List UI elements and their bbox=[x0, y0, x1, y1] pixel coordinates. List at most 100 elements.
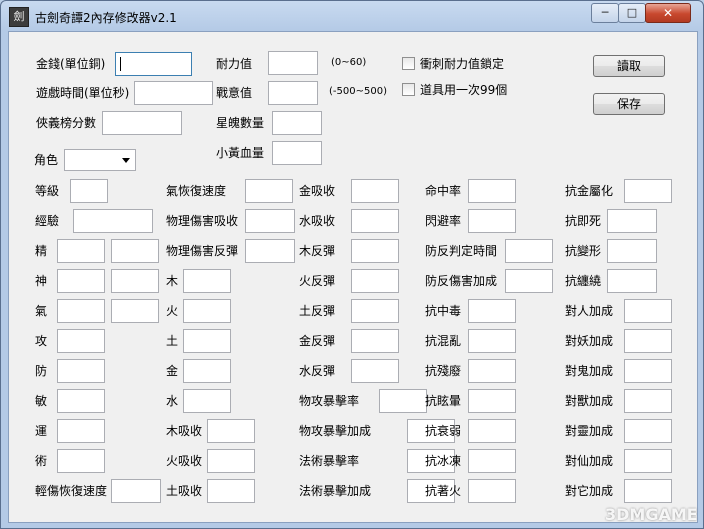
durability-label: 耐力值 bbox=[216, 57, 253, 71]
col2-row6-input[interactable] bbox=[183, 359, 231, 383]
minimize-button[interactable]: ─ bbox=[591, 3, 619, 23]
col5-row10-input[interactable] bbox=[624, 479, 672, 503]
col4-row10-input[interactable] bbox=[468, 479, 516, 503]
col5-row8-input[interactable] bbox=[624, 419, 672, 443]
col3-row5-input[interactable] bbox=[351, 329, 399, 353]
col4-row1-input[interactable] bbox=[468, 209, 516, 233]
col5-row5-label: 對妖加成 bbox=[565, 334, 614, 348]
col1-row9-label: 術 bbox=[35, 454, 48, 468]
col1-row4-input-2[interactable] bbox=[111, 299, 159, 323]
col4-row9-input[interactable] bbox=[468, 449, 516, 473]
watermark-logo: 3DMGAME bbox=[605, 505, 698, 524]
col1-row0-input[interactable] bbox=[70, 179, 108, 203]
col5-row9-input[interactable] bbox=[624, 449, 672, 473]
col3-row7-input[interactable] bbox=[379, 389, 427, 413]
col2-row2-input[interactable] bbox=[245, 239, 295, 263]
col2-row0-input[interactable] bbox=[245, 179, 293, 203]
col5-row9-label: 對仙加成 bbox=[565, 454, 614, 468]
col2-row0-label: 氣恢復速度 bbox=[166, 184, 227, 198]
col3-row1-input[interactable] bbox=[351, 209, 399, 233]
col2-row9-input[interactable] bbox=[207, 449, 255, 473]
col4-row9-label: 抗冰凍 bbox=[425, 454, 462, 468]
col4-row4-input[interactable] bbox=[468, 299, 516, 323]
col5-row3-input[interactable] bbox=[607, 269, 657, 293]
col4-row5-input[interactable] bbox=[468, 329, 516, 353]
col4-row0-input[interactable] bbox=[468, 179, 516, 203]
maximize-button[interactable]: □ bbox=[618, 3, 646, 23]
close-icon: ✕ bbox=[662, 6, 674, 20]
window-title: 古劍奇譚2內存修改器v2.1 bbox=[35, 11, 177, 25]
col5-row1-input[interactable] bbox=[607, 209, 657, 233]
items-99-checkbox[interactable] bbox=[402, 83, 415, 96]
col1-row10-input[interactable] bbox=[111, 479, 161, 503]
app-icon: 劍 bbox=[9, 7, 29, 27]
col4-row3-input[interactable] bbox=[505, 269, 553, 293]
col2-row1-input[interactable] bbox=[245, 209, 295, 233]
col3-row0-input[interactable] bbox=[351, 179, 399, 203]
role-select[interactable] bbox=[64, 149, 136, 171]
fighting-input[interactable] bbox=[268, 81, 318, 105]
col4-row3-label: 防反傷害加成 bbox=[425, 274, 498, 288]
chivalry-label: 俠義榜分數 bbox=[36, 116, 97, 130]
playtime-input[interactable] bbox=[134, 81, 213, 105]
col2-row5-input[interactable] bbox=[183, 329, 231, 353]
money-label: 金錢(單位銅) bbox=[36, 57, 106, 71]
col4-row8-input[interactable] bbox=[468, 419, 516, 443]
col1-row9-input[interactable] bbox=[57, 449, 105, 473]
col2-row4-input[interactable] bbox=[183, 299, 231, 323]
col4-row1-label: 閃避率 bbox=[425, 214, 462, 228]
col5-row7-input[interactable] bbox=[624, 389, 672, 413]
col3-row4-label: 土反彈 bbox=[299, 304, 336, 318]
chivalry-input[interactable] bbox=[102, 111, 182, 135]
col3-row2-input[interactable] bbox=[351, 239, 399, 263]
col3-row3-input[interactable] bbox=[351, 269, 399, 293]
col1-row1-label: 經驗 bbox=[35, 214, 60, 228]
col5-row5-input[interactable] bbox=[624, 329, 672, 353]
chevron-down-icon bbox=[122, 158, 130, 163]
col2-row10-input[interactable] bbox=[207, 479, 255, 503]
col4-row6-input[interactable] bbox=[468, 359, 516, 383]
close-button[interactable]: ✕ bbox=[645, 3, 691, 23]
col2-row8-input[interactable] bbox=[207, 419, 255, 443]
col4-row7-input[interactable] bbox=[468, 389, 516, 413]
col4-row2-input[interactable] bbox=[505, 239, 553, 263]
read-button[interactable]: 讀取 bbox=[593, 55, 665, 77]
col2-row7-input[interactable] bbox=[183, 389, 231, 413]
sprint-lock-checkbox[interactable] bbox=[402, 57, 415, 70]
col1-row1-input[interactable] bbox=[73, 209, 153, 233]
col1-row5-input[interactable] bbox=[57, 329, 105, 353]
col2-row5-label: 土 bbox=[166, 334, 179, 348]
col1-row3-input-2[interactable] bbox=[111, 269, 159, 293]
col3-row6-input[interactable] bbox=[351, 359, 399, 383]
col2-row1-label: 物理傷害吸收 bbox=[166, 214, 239, 228]
col1-row8-input[interactable] bbox=[57, 419, 105, 443]
col1-row6-input[interactable] bbox=[57, 359, 105, 383]
money-input[interactable] bbox=[115, 52, 192, 76]
col5-row6-input[interactable] bbox=[624, 359, 672, 383]
col1-row4-input[interactable] bbox=[57, 299, 105, 323]
col1-row7-input[interactable] bbox=[57, 389, 105, 413]
col4-row8-label: 抗衰弱 bbox=[425, 424, 462, 438]
col5-row4-input[interactable] bbox=[624, 299, 672, 323]
col2-row2-label: 物理傷害反彈 bbox=[166, 244, 239, 258]
col2-row9-label: 火吸收 bbox=[166, 454, 203, 468]
save-button[interactable]: 保存 bbox=[593, 93, 665, 115]
starsoul-input[interactable] bbox=[272, 111, 322, 135]
durability-hint: (0~60) bbox=[331, 57, 367, 68]
col1-row2-input-2[interactable] bbox=[111, 239, 159, 263]
col1-row2-input[interactable] bbox=[57, 239, 105, 263]
col5-row0-input[interactable] bbox=[624, 179, 672, 203]
col1-row3-input[interactable] bbox=[57, 269, 105, 293]
col3-row6-label: 水反彈 bbox=[299, 364, 336, 378]
col2-row3-label: 木 bbox=[166, 274, 179, 288]
yellowblood-input[interactable] bbox=[272, 141, 322, 165]
role-label: 角色 bbox=[34, 153, 59, 167]
col5-row2-label: 抗變形 bbox=[565, 244, 602, 258]
col2-row3-input[interactable] bbox=[183, 269, 231, 293]
col4-row4-label: 抗中毒 bbox=[425, 304, 462, 318]
durability-input[interactable] bbox=[268, 51, 318, 75]
title-bar[interactable]: 劍 古劍奇譚2內存修改器v2.1 ─ □ ✕ bbox=[1, 1, 703, 31]
col1-row4-label: 氣 bbox=[35, 304, 48, 318]
col3-row4-input[interactable] bbox=[351, 299, 399, 323]
col5-row2-input[interactable] bbox=[607, 239, 657, 263]
